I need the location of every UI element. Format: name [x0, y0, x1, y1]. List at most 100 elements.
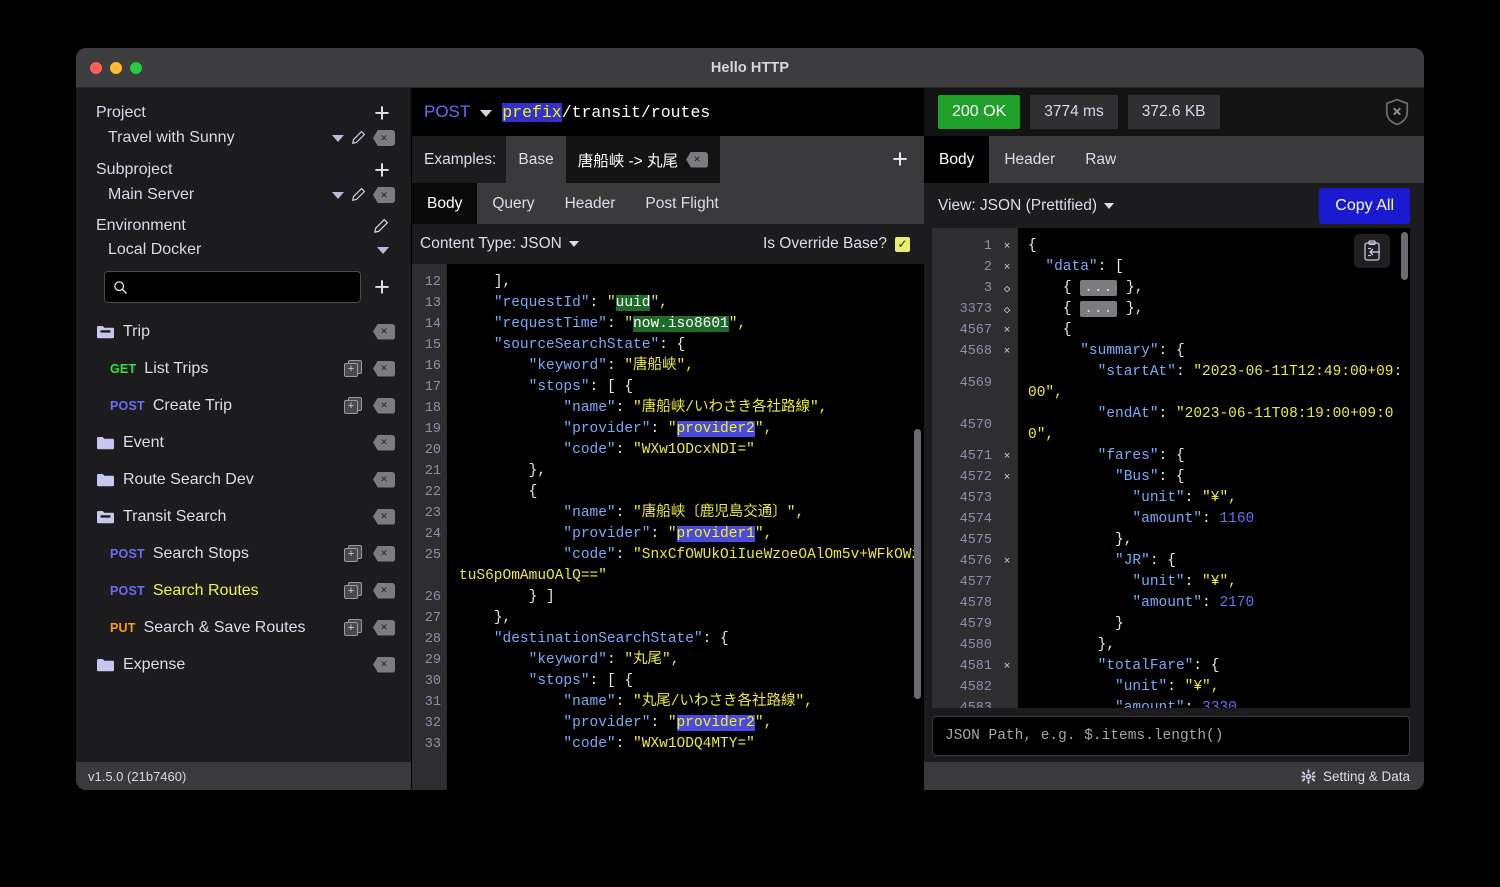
fold-marker-icon[interactable]: ◇ [1002, 282, 1012, 296]
add-project-button[interactable]: + [369, 103, 395, 123]
duplicate-icon[interactable]: + [344, 397, 363, 415]
code-token: provider1 [677, 526, 755, 542]
add-item-button[interactable]: + [369, 277, 395, 297]
http-method-label[interactable]: POST [422, 102, 474, 122]
code-token [459, 421, 563, 437]
fold-marker-icon[interactable]: × [1002, 262, 1012, 274]
pencil-icon[interactable] [350, 187, 367, 204]
edit-environment-icon[interactable] [372, 218, 389, 235]
add-example-button[interactable]: + [876, 136, 924, 183]
json-path-box[interactable] [932, 716, 1410, 756]
pencil-icon[interactable] [350, 130, 367, 147]
response-tab-header[interactable]: Header [989, 136, 1070, 183]
delete-badge-icon[interactable]: ✕ [373, 324, 395, 340]
tree-folder-route-search-dev[interactable]: Route Search Dev✕ [76, 461, 411, 498]
line-number: 26 [412, 587, 441, 608]
view-mode-selector[interactable]: View: JSON (Prettified) [938, 197, 1097, 215]
delete-badge-icon[interactable]: ✕ [373, 361, 395, 377]
search-box[interactable] [104, 271, 361, 303]
code-token [1028, 553, 1115, 569]
code-line: "unit": "¥", [1028, 488, 1410, 509]
fold-marker-icon[interactable]: × [1002, 661, 1012, 673]
request-body-editor[interactable]: 1213141516171819202122232425262728293031… [412, 264, 924, 790]
gear-icon[interactable] [1301, 769, 1316, 784]
fold-marker-icon[interactable]: ◇ [1002, 303, 1012, 317]
request-tab-post-flight[interactable]: Post Flight [630, 183, 733, 224]
response-body-editor[interactable]: 1×2×3◇3373◇4567×4568×456945704571×4572×4… [932, 228, 1410, 708]
request-editor-scrollbar[interactable] [914, 429, 921, 699]
delete-badge-icon[interactable]: ✕ [373, 435, 395, 451]
delete-badge-icon[interactable]: ✕ [373, 546, 395, 562]
delete-badge-icon[interactable]: ✕ [373, 509, 395, 525]
response-tab-raw[interactable]: Raw [1070, 136, 1131, 183]
environment-selector-row[interactable]: Local Docker [76, 237, 411, 267]
delete-badge-icon[interactable]: ✕ [373, 130, 395, 146]
window-titlebar: Hello HTTP [76, 48, 1424, 88]
duplicate-icon[interactable]: + [344, 545, 363, 563]
code-token: "WXw1ODQ4MTY=" [633, 736, 755, 752]
fold-marker-icon[interactable]: × [1002, 472, 1012, 484]
response-body-code[interactable]: { "data": [ { ... }, { ... }, { "summary… [1018, 228, 1410, 708]
tree-folder-expense[interactable]: Expense✕ [76, 646, 411, 683]
code-line: "unit": "¥", [1028, 572, 1410, 593]
shield-x-icon[interactable] [1384, 98, 1410, 126]
tree-request-create-trip[interactable]: POSTCreate Trip+✕ [76, 387, 411, 424]
example-tab-base[interactable]: Base [506, 136, 565, 183]
line-number: 3 [984, 281, 992, 296]
json-path-input[interactable] [945, 728, 1397, 744]
tree-request-search-save-routes[interactable]: PUTSearch & Save Routes+✕ [76, 609, 411, 646]
response-tab-body[interactable]: Body [924, 136, 989, 183]
fold-marker-icon[interactable]: × [1002, 346, 1012, 358]
duplicate-icon[interactable]: + [344, 360, 363, 378]
method-chevron-down-icon[interactable] [480, 110, 492, 117]
tree-folder-trip[interactable]: Trip✕ [76, 313, 411, 350]
chevron-down-icon[interactable] [569, 241, 579, 247]
delete-badge-icon[interactable]: ✕ [373, 657, 395, 673]
tree-request-search-routes[interactable]: POSTSearch Routes+✕ [76, 572, 411, 609]
code-line: { [459, 482, 924, 503]
response-editor-scrollbar[interactable] [1401, 232, 1408, 280]
tree-folder-transit-search[interactable]: Transit Search✕ [76, 498, 411, 535]
project-selector-row[interactable]: Travel with Sunny ✕ [76, 125, 411, 155]
chevron-down-icon[interactable] [332, 192, 344, 199]
content-type-selector[interactable]: Content Type: JSON [420, 235, 562, 253]
request-tab-query[interactable]: Query [477, 183, 549, 224]
code-token [459, 715, 563, 731]
fold-marker-icon[interactable]: × [1002, 241, 1012, 253]
paste-clipboard-icon[interactable] [1354, 234, 1390, 268]
delete-badge-icon[interactable]: ✕ [373, 620, 395, 636]
url-input[interactable]: prefix/transit/routes [502, 103, 924, 122]
delete-badge-icon[interactable]: ✕ [373, 583, 395, 599]
delete-badge-icon[interactable]: ✕ [373, 187, 395, 203]
chevron-down-icon[interactable] [332, 135, 344, 142]
line-number-row: 4580 [932, 635, 1018, 656]
duplicate-icon[interactable]: + [344, 619, 363, 637]
request-tab-body[interactable]: Body [412, 183, 477, 224]
delete-badge-icon[interactable]: ✕ [373, 472, 395, 488]
chevron-down-icon[interactable] [1104, 203, 1114, 209]
tree-folder-event[interactable]: Event✕ [76, 424, 411, 461]
code-token [459, 379, 529, 395]
search-input[interactable] [128, 279, 352, 295]
override-base-checkbox[interactable]: ✓ [895, 237, 910, 252]
code-token [459, 295, 494, 311]
copy-all-button[interactable]: Copy All [1319, 188, 1410, 224]
close-icon[interactable]: ✕ [686, 152, 708, 168]
request-body-code[interactable]: ], "requestId": "uuid", "requestTime": "… [447, 264, 924, 790]
subproject-selector-row[interactable]: Main Server ✕ [76, 182, 411, 212]
delete-badge-icon[interactable]: ✕ [373, 398, 395, 414]
code-line: "stops": [ { [459, 377, 924, 398]
duplicate-icon[interactable]: + [344, 582, 363, 600]
fold-marker-icon[interactable]: × [1002, 451, 1012, 463]
chevron-down-icon[interactable] [377, 247, 389, 254]
example-tab-active[interactable]: 唐船峡 -> 丸尾✕ [566, 136, 720, 183]
request-tab-header[interactable]: Header [550, 183, 631, 224]
response-tabs: BodyHeaderRaw [924, 136, 1424, 183]
fold-marker-icon[interactable]: × [1002, 325, 1012, 337]
tree-request-search-stops[interactable]: POSTSearch Stops+✕ [76, 535, 411, 572]
line-number: 16 [412, 356, 441, 377]
add-subproject-button[interactable]: + [369, 160, 395, 180]
fold-marker-icon[interactable]: × [1002, 556, 1012, 568]
tree-request-list-trips[interactable]: GETList Trips+✕ [76, 350, 411, 387]
setting-and-data-button[interactable]: Setting & Data [1323, 769, 1410, 784]
